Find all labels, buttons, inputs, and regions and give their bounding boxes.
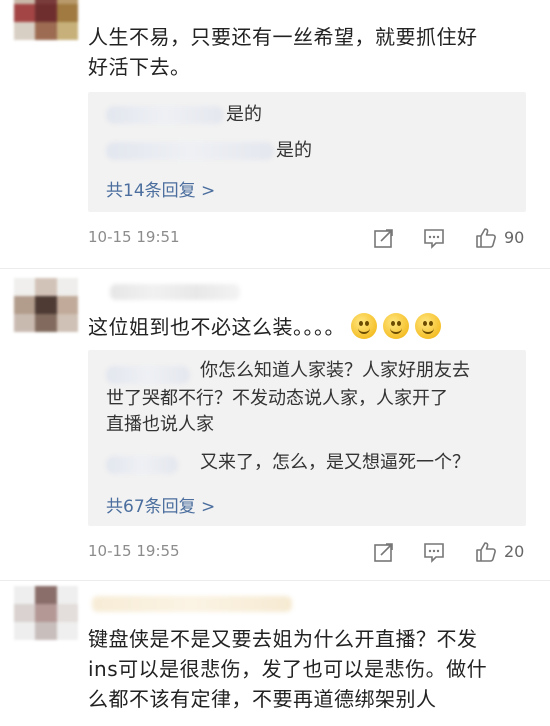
- comment-meta: 10-15 19:51 90: [88, 226, 528, 254]
- reply-text: 是的: [276, 140, 312, 161]
- like-count: 20: [504, 542, 525, 561]
- reply-text: 世了哭都不行？不发动态说人家，人家开了 直播也说人家: [106, 386, 521, 438]
- comment-text: 这位姐到也不必这么装。。。。: [88, 312, 441, 342]
- reply-line: 你怎么知道人家装？人家好朋友去: [200, 360, 470, 381]
- comment-line: 么都不该有定律，不要再道德绑架别人: [88, 687, 437, 711]
- more-replies-link[interactable]: 共14条回复 >: [106, 176, 215, 201]
- thumbs-up-icon[interactable]: [474, 226, 498, 250]
- repost-icon[interactable]: [372, 226, 396, 250]
- timestamp: 10-15 19:51: [88, 228, 180, 246]
- reply-box[interactable]: 你怎么知道人家装？人家好朋友去 世了哭都不行？不发动态说人家，人家开了 直播也说…: [88, 350, 526, 526]
- reply-username[interactable]: [106, 366, 190, 384]
- reply-text: 是的: [226, 104, 262, 125]
- reply-text: 又来了，怎么，是又想逼死一个？: [200, 452, 470, 473]
- more-replies-link[interactable]: 共67条回复 >: [106, 492, 215, 517]
- thumbs-up-icon[interactable]: [474, 540, 498, 564]
- reply-line: 直播也说人家: [106, 414, 214, 435]
- smile-emoji-icon: [383, 313, 409, 339]
- divider: [0, 580, 550, 581]
- avatar[interactable]: [14, 0, 78, 40]
- reply-username[interactable]: [106, 142, 274, 160]
- reply-text: 你怎么知道人家装？人家好朋友去: [200, 358, 520, 384]
- reply-username[interactable]: [106, 456, 178, 474]
- comment-line: 人生不易，只要还有一丝希望，就要抓住好: [88, 25, 478, 49]
- reply-line: 世了哭都不行？不发动态说人家，人家开了: [106, 388, 448, 409]
- smile-emoji-icon: [415, 313, 441, 339]
- avatar[interactable]: [14, 278, 78, 332]
- comment-icon[interactable]: [422, 226, 446, 250]
- divider: [0, 268, 550, 269]
- timestamp: 10-15 19:55: [88, 542, 180, 560]
- comment-username[interactable]: [92, 596, 292, 612]
- repost-icon[interactable]: [372, 540, 396, 564]
- like-count: 90: [504, 228, 525, 247]
- comment-line: 好活下去。: [88, 55, 191, 79]
- reply-box[interactable]: 是的 是的 共14条回复 >: [88, 92, 526, 212]
- comment-text: 人生不易，只要还有一丝希望，就要抓住好 好活下去。: [88, 22, 478, 82]
- comment-icon[interactable]: [422, 540, 446, 564]
- comment-line: 键盘侠是不是又要去姐为什么开直播？不发: [88, 627, 478, 651]
- comment-meta: 10-15 19:55 20: [88, 540, 528, 568]
- smile-emoji-icon: [351, 313, 377, 339]
- avatar[interactable]: [14, 586, 78, 640]
- comment-text: 键盘侠是不是又要去姐为什么开直播？不发 ins可以是很悲伤，发了也可以是悲伤。做…: [88, 624, 487, 714]
- reply-username[interactable]: [106, 106, 224, 124]
- comment-line: 这位姐到也不必这么装。。。。: [88, 315, 345, 339]
- comment-username[interactable]: [110, 284, 240, 300]
- comment-line: ins可以是很悲伤，发了也可以是悲伤。做什: [88, 657, 488, 681]
